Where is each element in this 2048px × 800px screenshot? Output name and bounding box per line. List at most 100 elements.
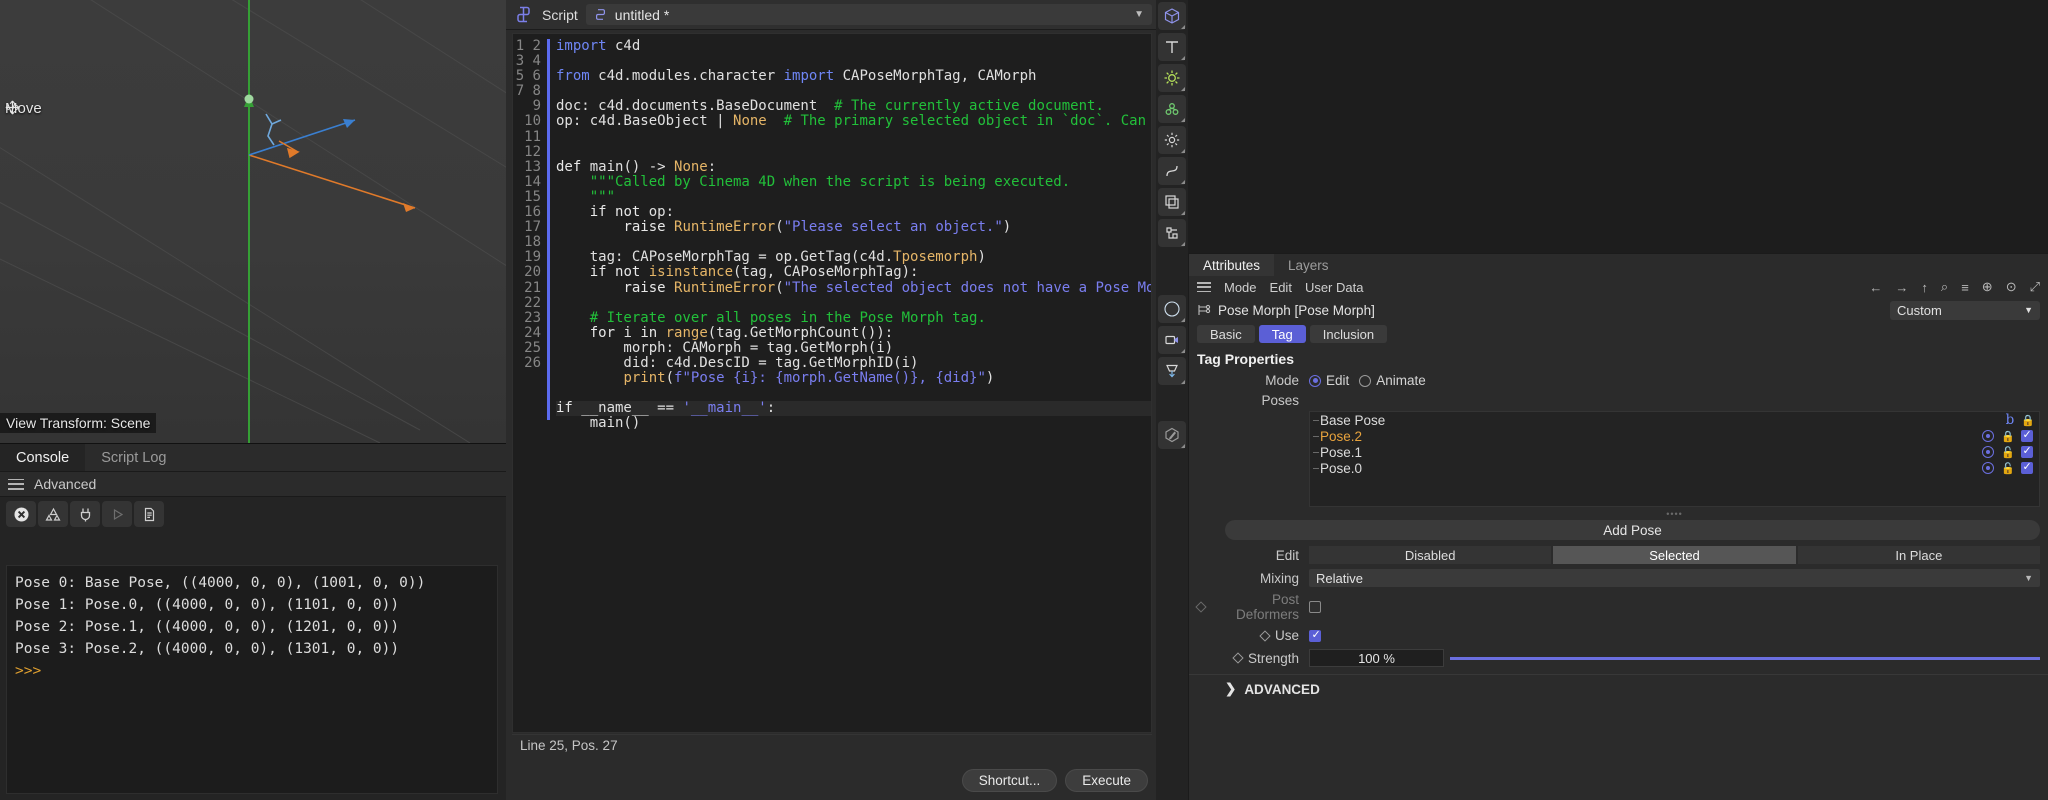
tab-attributes[interactable]: Attributes	[1189, 254, 1274, 276]
chevron-down-icon: ▼	[2024, 305, 2033, 315]
list-item[interactable]: Base Pose b 🔒	[1310, 412, 2039, 428]
use-row: Use	[1189, 626, 2048, 645]
add-pose-button[interactable]: Add Pose	[1225, 520, 2040, 540]
tab-script-log[interactable]: Script Log	[85, 444, 182, 471]
filter-icon[interactable]: ≡	[1961, 280, 1969, 295]
mixing-dropdown[interactable]: Relative ▼	[1309, 569, 2040, 587]
radio-edit[interactable]	[1309, 375, 1321, 387]
mode-button-basic[interactable]: Basic	[1197, 325, 1255, 343]
text-icon[interactable]	[1158, 33, 1186, 61]
shortcut-button[interactable]: Shortcut...	[962, 769, 1058, 792]
lock-icon[interactable]: 🔓	[2001, 446, 2013, 459]
strength-value-field[interactable]: 100 %	[1309, 649, 1444, 667]
settings-icon[interactable]	[1158, 126, 1186, 154]
console-prompt: >>>	[15, 663, 41, 679]
up-arrow-icon[interactable]: ↑	[1921, 280, 1928, 295]
poses-row: Poses	[1189, 390, 2048, 409]
generator-icon[interactable]	[1158, 219, 1186, 247]
pose-enabled-icon[interactable]	[1982, 462, 1994, 474]
keyframe-diamond-icon[interactable]	[1259, 630, 1270, 641]
tab-layers[interactable]: Layers	[1274, 254, 1343, 276]
attributes-object-row: Pose Morph [Pose Morph] Custom ▼	[1189, 298, 2048, 322]
mode-row: Mode Edit Animate	[1189, 371, 2048, 390]
camera-icon[interactable]	[1158, 326, 1186, 354]
poses-list[interactable]: Base Pose b 🔒 Pose.2 🔒 Pose.1 🔓 Pose	[1309, 411, 2040, 507]
clear-icon[interactable]	[6, 501, 36, 527]
pose-enabled-icon[interactable]	[1982, 430, 1994, 442]
pose-enabled-icon[interactable]	[1982, 446, 1994, 458]
keyframe-diamond-icon[interactable]	[1195, 601, 1206, 612]
edit-label: Edit	[1197, 548, 1309, 563]
mode-label: Mode	[1197, 373, 1309, 388]
list-item[interactable]: Pose.1 🔓	[1310, 444, 2039, 460]
lock-icon[interactable]: 🔒	[2021, 414, 2033, 427]
shader-icon[interactable]	[1158, 295, 1186, 323]
poses-scrollbar[interactable]: ••••	[1309, 509, 2040, 515]
lock-icon[interactable]: 🔓	[2001, 462, 2013, 475]
pose-checkbox[interactable]	[2021, 430, 2033, 442]
advanced-label: ADVANCED	[1244, 682, 1320, 697]
pin-icon[interactable]: ⊕	[1982, 279, 1993, 295]
chevron-down-icon[interactable]: ▼	[1134, 9, 1144, 20]
use-checkbox[interactable]	[1309, 630, 1321, 642]
cube-icon[interactable]	[1158, 2, 1186, 30]
edit-option-in-place[interactable]: In Place	[1798, 546, 2040, 564]
console-output[interactable]: Pose 0: Base Pose, ((4000, 0, 0), (1001,…	[6, 565, 498, 794]
deformer-icon[interactable]	[1158, 95, 1186, 123]
mode-button-inclusion[interactable]: Inclusion	[1310, 325, 1387, 343]
plug-icon[interactable]	[70, 501, 100, 527]
console-line: Pose 1: Pose.0, ((4000, 0, 0), (1101, 0,…	[15, 597, 399, 613]
chevron-down-icon: ▼	[2024, 573, 2033, 583]
spline-icon[interactable]	[1158, 157, 1186, 185]
pose-name: Base Pose	[1320, 413, 1999, 428]
code-content[interactable]: import c4d from c4d.modules.character im…	[550, 34, 1152, 732]
tab-console[interactable]: Console	[0, 444, 85, 471]
menu-hamburger-icon[interactable]	[1197, 282, 1211, 292]
filter-icon[interactable]	[38, 501, 68, 527]
expand-icon[interactable]: ⤢	[2030, 279, 2040, 295]
post-deformers-label: Post Deformers	[1211, 592, 1299, 622]
list-item[interactable]: Pose.0 🔓	[1310, 460, 2039, 476]
lock-icon[interactable]: 🔒	[2001, 430, 2013, 443]
mode-option-animate: Animate	[1376, 373, 1426, 388]
attributes-panel: Attributes Layers Mode Edit User Data ← …	[1188, 253, 2048, 800]
light-icon[interactable]	[1158, 64, 1186, 92]
strength-label: Strength	[1248, 651, 1299, 666]
back-arrow-icon[interactable]: ←	[1869, 280, 1882, 295]
menu-mode[interactable]: Mode	[1224, 280, 1257, 295]
import-icon[interactable]	[1158, 357, 1186, 385]
pose-checkbox[interactable]	[2021, 446, 2033, 458]
document-tab[interactable]: untitled * ▼	[586, 4, 1152, 25]
forward-arrow-icon[interactable]: →	[1895, 280, 1908, 295]
move-icon	[5, 100, 20, 115]
attributes-tab-bar: Attributes Layers	[1189, 254, 2048, 276]
menu-hamburger-icon[interactable]	[8, 479, 24, 490]
post-deformers-checkbox[interactable]	[1309, 601, 1321, 613]
info-icon[interactable]: ⊙	[2006, 279, 2017, 295]
advanced-section-header[interactable]: ❯ ADVANCED	[1189, 674, 2048, 697]
edit-option-selected[interactable]: Selected	[1553, 546, 1795, 564]
menu-user-data[interactable]: User Data	[1305, 280, 1364, 295]
radio-animate[interactable]	[1359, 375, 1371, 387]
edit-icon[interactable]	[1158, 421, 1186, 449]
console-advanced-menu[interactable]: Advanced	[34, 476, 96, 492]
keyframe-diamond-icon[interactable]	[1232, 652, 1243, 663]
page-icon[interactable]	[134, 501, 164, 527]
edit-option-disabled[interactable]: Disabled	[1309, 546, 1551, 564]
script-editor-panel: Script untitled * ▼ 1 2 3 4 5 6 7 8 9 10…	[506, 0, 1158, 800]
play-icon[interactable]	[102, 501, 132, 527]
mode-button-tag[interactable]: Tag	[1259, 325, 1306, 343]
strength-slider[interactable]	[1450, 649, 2040, 667]
editor-title: Script	[542, 7, 578, 23]
menu-edit[interactable]: Edit	[1270, 280, 1292, 295]
pose-checkbox[interactable]	[2021, 462, 2033, 474]
mixing-label: Mixing	[1197, 571, 1309, 586]
layer-icon[interactable]	[1158, 188, 1186, 216]
search-icon[interactable]: ⌕	[1941, 279, 1948, 295]
list-item[interactable]: Pose.2 🔒	[1310, 428, 2039, 444]
code-area[interactable]: 1 2 3 4 5 6 7 8 9 10 11 12 13 14 15 16 1…	[512, 33, 1152, 733]
preset-dropdown[interactable]: Custom ▼	[1890, 301, 2040, 320]
object-title: Pose Morph [Pose Morph]	[1218, 303, 1375, 318]
edit-segmented-control: Disabled Selected In Place	[1309, 546, 2040, 564]
execute-button[interactable]: Execute	[1065, 769, 1148, 792]
